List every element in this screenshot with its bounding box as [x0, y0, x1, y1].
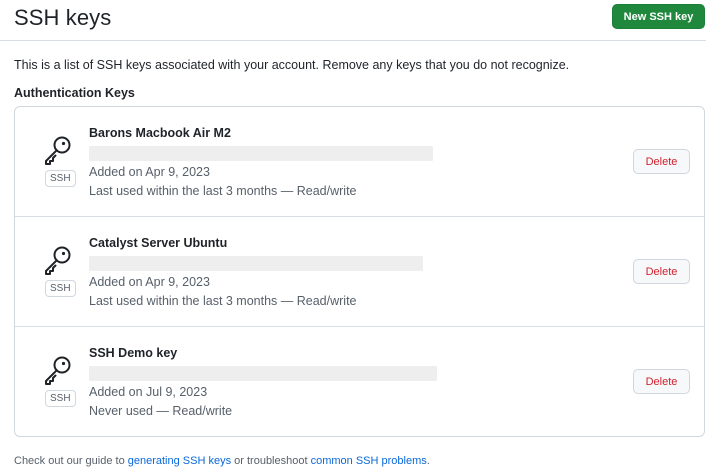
key-icon [45, 356, 71, 385]
key-title: SSH Demo key [89, 346, 178, 360]
fingerprint-redacted [89, 256, 423, 271]
page-title: SSH keys [14, 5, 112, 30]
ssh-type-badge: SSH [45, 170, 76, 187]
ssh-type-badge: SSH [45, 280, 76, 297]
ssh-key-row: SSH Barons Macbook Air M2 Added on Apr 9… [15, 107, 704, 217]
common-ssh-problems-link[interactable]: common SSH problems [311, 455, 427, 467]
ssh-key-list: SSH Barons Macbook Air M2 Added on Apr 9… [14, 106, 705, 437]
ssh-key-row: SSH Catalyst Server Ubuntu Added on Apr … [15, 217, 704, 327]
key-usage: Last used within the last 3 months — Rea… [89, 294, 357, 308]
fingerprint-redacted [89, 146, 433, 161]
key-title: Catalyst Server Ubuntu [89, 236, 228, 250]
delete-key-button[interactable]: Delete [633, 259, 690, 284]
footer-prefix: Check out our guide to [14, 455, 128, 467]
key-title: Barons Macbook Air M2 [89, 126, 231, 140]
delete-key-button[interactable]: Delete [633, 369, 690, 394]
footer-middle: or troubleshoot [231, 455, 311, 467]
ssh-key-row: SSH SSH Demo key Added on Jul 9, 2023 Ne… [15, 327, 704, 436]
key-added-date: Added on Apr 9, 2023 [89, 165, 210, 179]
key-icon [45, 136, 71, 165]
ssh-keys-page: SSH keys New SSH key This is a list of S… [0, 0, 723, 472]
fingerprint-redacted [89, 366, 437, 381]
key-added-date: Added on Apr 9, 2023 [89, 275, 210, 289]
page-header: SSH keys New SSH key [0, 0, 706, 41]
key-usage: Never used — Read/write [89, 404, 233, 418]
key-added-date: Added on Jul 9, 2023 [89, 385, 208, 399]
footer-help-text: Check out our guide to generating SSH ke… [14, 455, 430, 467]
key-usage: Last used within the last 3 months — Rea… [89, 184, 357, 198]
delete-key-button[interactable]: Delete [633, 149, 690, 174]
section-title: Authentication Keys [14, 86, 135, 100]
ssh-type-badge: SSH [45, 390, 76, 407]
footer-suffix: . [426, 455, 430, 467]
page-description: This is a list of SSH keys associated wi… [14, 58, 570, 72]
generating-ssh-keys-link[interactable]: generating SSH keys [128, 455, 231, 467]
key-icon [45, 246, 71, 275]
new-ssh-key-button[interactable]: New SSH key [612, 4, 705, 29]
